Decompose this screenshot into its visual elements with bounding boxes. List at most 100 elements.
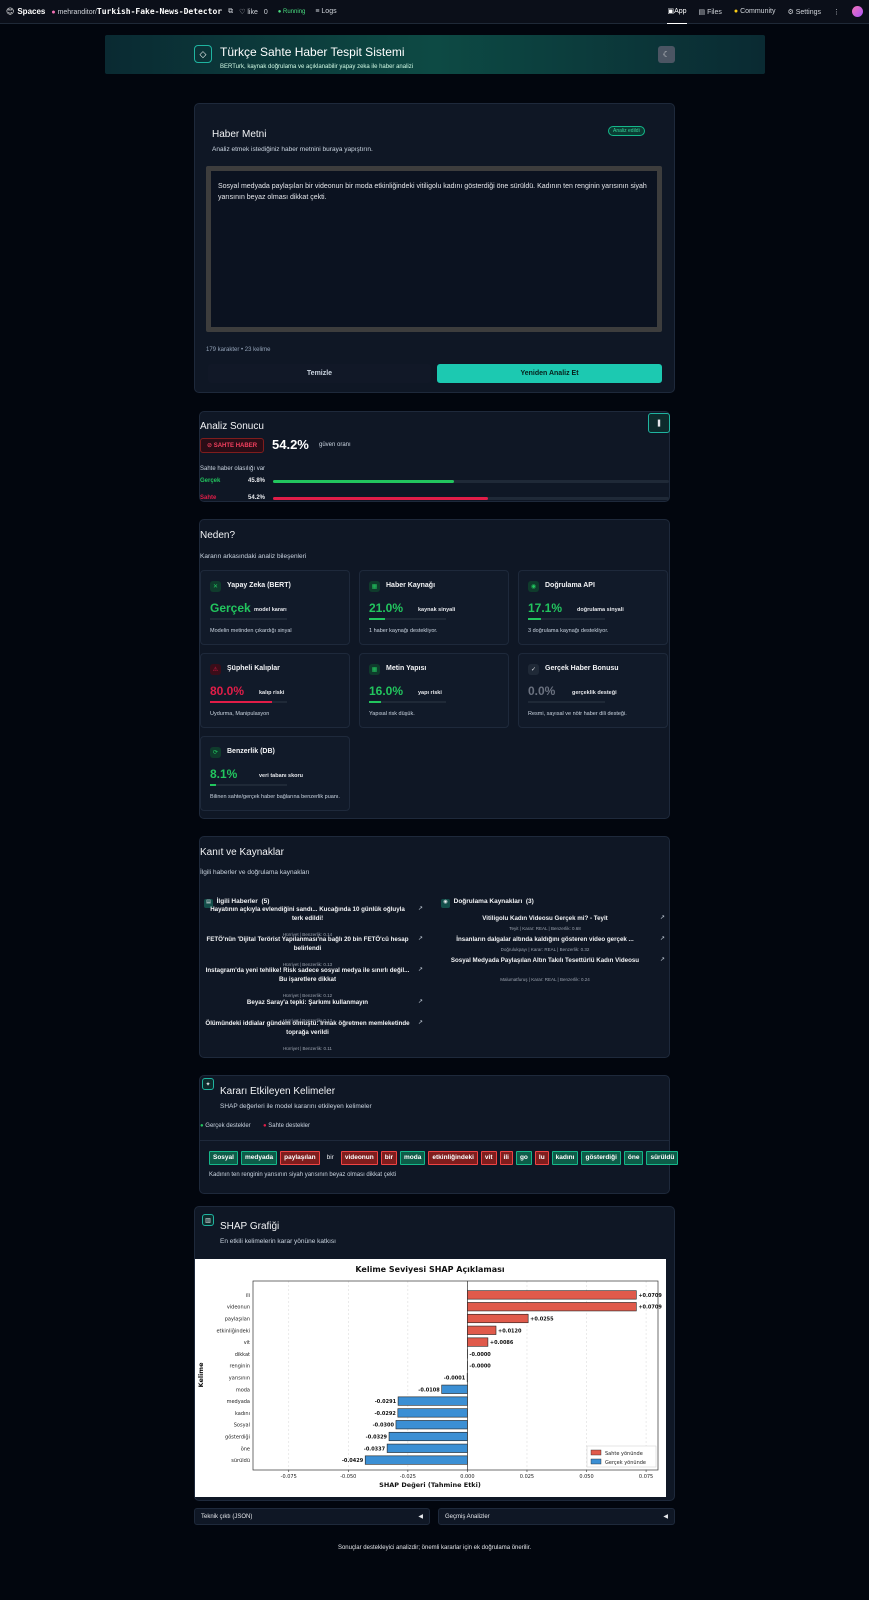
card-value-label: veri tabanı skoru xyxy=(259,773,304,779)
text-stats: 179 karakter • 23 kelime xyxy=(206,347,271,353)
card-value-label: kaynak sinyali xyxy=(418,607,456,613)
check-icon: ✓ xyxy=(528,664,539,675)
bar-value-label: +0.0255 xyxy=(530,1317,554,1323)
info-button[interactable]: ❚ xyxy=(648,413,670,433)
card-value-label: doğrulama sinyali xyxy=(577,607,624,613)
external-link-icon[interactable]: ↗ xyxy=(418,905,423,912)
bar-value-label: +0.0709 xyxy=(638,1305,662,1311)
evidence-title: Kanıt ve Kaynaklar xyxy=(200,847,284,858)
card-description: Uydurma, Manipulasyon xyxy=(210,711,270,717)
chart-title: Kelime Seviyesi SHAP Açıklaması xyxy=(355,1265,505,1274)
highlighted-token: bir xyxy=(380,1151,398,1165)
avatar[interactable] xyxy=(852,6,863,17)
bar-value-label: -0.0292 xyxy=(374,1411,396,1417)
y-tick-label: paylaşılan xyxy=(225,1317,250,1323)
highlighted-token: kadını xyxy=(551,1151,579,1165)
more-menu-icon[interactable]: ⋮ xyxy=(833,8,840,16)
external-link-icon[interactable]: ↗ xyxy=(418,966,423,973)
card-title: Metin Yapısı xyxy=(386,665,427,672)
bar-value-label: -0.0001 xyxy=(444,1376,466,1382)
verification-link[interactable]: Vitiligolu Kadın Videosu Gerçek mi? - Te… xyxy=(440,914,650,923)
card-description: Bilinen sahte/gerçek haber bağlarına ben… xyxy=(210,794,340,800)
y-tick-label: moda xyxy=(236,1387,250,1393)
external-link-icon[interactable]: ↗ xyxy=(660,935,665,942)
news-text-area[interactable]: Sosyal medyada paylaşılan bir videonun b… xyxy=(206,166,662,332)
similarity-icon: ⟳ xyxy=(210,747,221,758)
external-link-icon[interactable]: ↗ xyxy=(418,1019,423,1026)
theme-toggle-button[interactable]: ☾ xyxy=(658,46,675,63)
bar-value-label: -0.0291 xyxy=(375,1399,397,1405)
input-title: Haber Metni xyxy=(212,129,267,140)
evidence-subtitle: İlgili haberler ve doğrulama kaynakları xyxy=(200,869,310,876)
tab-community[interactable]: ● Community xyxy=(734,8,776,15)
divider xyxy=(200,1140,670,1141)
y-tick-label: öne xyxy=(241,1446,250,1452)
bar-value-label: -0.0300 xyxy=(373,1423,395,1429)
component-card: ◉ Doğrulama API 17.1% doğrulama sinyali 3 do… xyxy=(518,570,668,645)
highlighted-token: moda xyxy=(400,1151,426,1165)
bar-value-label: +0.0086 xyxy=(490,1340,514,1346)
card-title: Benzerlik (DB) xyxy=(227,748,275,755)
card-progress-fill xyxy=(369,618,386,620)
card-title: Haber Kaynağı xyxy=(386,582,436,589)
verification-link[interactable]: İnsanların dalgalar altında kaldığını gö… xyxy=(440,935,650,944)
repo-breadcrumb[interactable]: ● mehranditor/Turkish-Fake-News-Detector xyxy=(51,7,222,16)
highlighted-token: go xyxy=(515,1151,532,1165)
verification-meta: Malumatfuruş | Karar: REAL | Benzerlik: … xyxy=(500,977,590,982)
card-description: Yapısal risk düşük. xyxy=(369,711,415,717)
confidence-value: 54.2% xyxy=(272,437,309,452)
related-news-link[interactable]: Beyaz Saray'a tepki: Şarkımı kullanmayın xyxy=(205,998,410,1007)
card-value: 8.1% xyxy=(210,767,238,781)
news-text-value[interactable]: Sosyal medyada paylaşılan bir videonun b… xyxy=(218,181,649,203)
related-news-link[interactable]: Hayatının açkıyla evlendiğini sandı... K… xyxy=(205,905,410,923)
analyze-button[interactable]: Yeniden Analiz Et xyxy=(437,364,662,383)
history-accordion[interactable]: Geçmiş Analizler ◀ xyxy=(438,1508,675,1525)
verification-link[interactable]: Sosyal Medyada Paylaşılan Altın Takılı T… xyxy=(440,956,650,965)
shap-bar xyxy=(364,1455,468,1465)
tab-app[interactable]: ▣ App xyxy=(667,0,687,24)
verdict-badge: ⊘ SAHTE HABER xyxy=(200,438,265,453)
shap-bar xyxy=(397,1396,468,1406)
like-button[interactable]: ♡ like 0 xyxy=(239,8,268,16)
card-value: 0.0% xyxy=(528,684,556,698)
y-tick-label: kadını xyxy=(235,1411,250,1417)
why-title: Neden? xyxy=(200,530,236,541)
legend-fake: ● Sahte destekler xyxy=(263,1123,310,1129)
x-tick-label: 0.000 xyxy=(460,1474,474,1480)
tab-settings[interactable]: ⚙ Settings xyxy=(787,8,821,16)
related-news-link[interactable]: Instagram'da yeni tehlike! Risk sadece s… xyxy=(205,966,410,984)
clear-button[interactable]: Temizle xyxy=(208,364,431,383)
card-value: 16.0% xyxy=(369,684,404,698)
shap-bar xyxy=(441,1384,468,1394)
external-link-icon[interactable]: ↗ xyxy=(418,998,423,1005)
input-description: Analiz etmek istediğiniz haber metnini b… xyxy=(212,146,373,153)
y-tick-label: videonun xyxy=(227,1305,250,1311)
caret-icon: ◀ xyxy=(418,1514,423,1520)
highlighted-token: etkinliğindeki xyxy=(428,1151,478,1165)
verification-heading: ◉ Doğrulama Kaynakları (3) xyxy=(441,898,534,908)
external-link-icon[interactable]: ↗ xyxy=(418,935,423,942)
y-tick-label: etkinliğindeki xyxy=(216,1327,250,1334)
copy-icon[interactable]: ⧉ xyxy=(228,8,233,16)
external-link-icon[interactable]: ↗ xyxy=(660,956,665,963)
highlighted-token: medyada xyxy=(240,1151,278,1165)
y-tick-label: sürüldü xyxy=(231,1458,250,1464)
y-tick-label: vit xyxy=(244,1340,250,1346)
logs-button[interactable]: ≡ Logs xyxy=(315,8,336,15)
spaces-logo[interactable]: 😊 Spaces xyxy=(6,7,45,16)
related-news-link[interactable]: Ölümündeki iddialar gündem olmuştu: Irma… xyxy=(205,1019,410,1037)
card-title: Yapay Zeka (BERT) xyxy=(227,582,291,589)
caret-icon: ◀ xyxy=(663,1514,668,1520)
tab-files[interactable]: ▤ Files xyxy=(699,8,722,16)
shap-bar xyxy=(467,1313,529,1324)
external-link-icon[interactable]: ↗ xyxy=(660,914,665,921)
x-tick-label: 0.050 xyxy=(579,1474,593,1480)
card-progress-fill xyxy=(210,701,272,703)
highlighted-token: gösterdiği xyxy=(581,1151,621,1165)
hug-icon: 😊 xyxy=(6,7,15,16)
card-title: Şüpheli Kalıplar xyxy=(227,665,280,672)
component-card: ▦ Haber Kaynağı 21.0% kaynak sinyali 1 haber… xyxy=(359,570,509,645)
real-value: 45.8% xyxy=(248,478,266,484)
related-news-link[interactable]: FETÖ'nün 'Dijital Terörist Yapılanması'n… xyxy=(205,935,410,953)
json-output-accordion[interactable]: Teknik çıktı (JSON) ◀ xyxy=(194,1508,430,1525)
